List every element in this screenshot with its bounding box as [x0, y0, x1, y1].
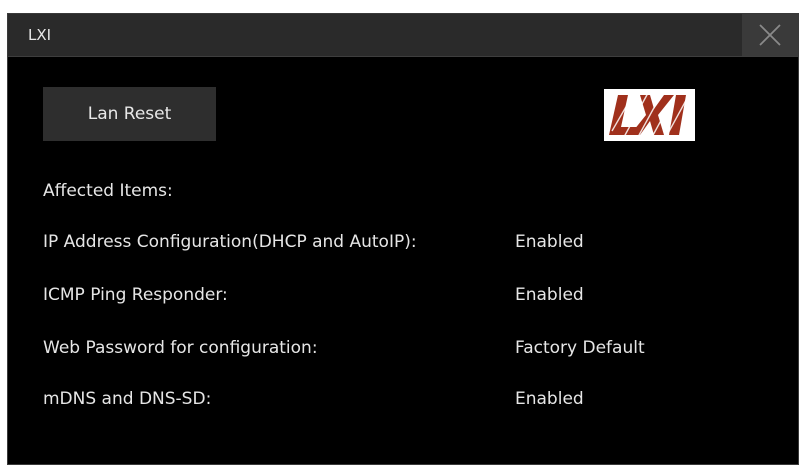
- dialog-titlebar: LXI: [8, 14, 798, 57]
- affected-item-value: Enabled: [515, 389, 584, 409]
- affected-item-label: IP Address Configuration(DHCP and AutoIP…: [43, 232, 417, 252]
- affected-item-value: Enabled: [515, 285, 584, 305]
- lan-reset-button[interactable]: Lan Reset: [43, 87, 216, 141]
- affected-item-value: Enabled: [515, 232, 584, 252]
- affected-item-value: Factory Default: [515, 338, 645, 358]
- lxi-dialog: LXI Lan Reset Affected Items: IP Address…: [7, 13, 799, 465]
- lxi-logo: [604, 89, 695, 141]
- affected-item-label: Web Password for configuration:: [43, 338, 318, 358]
- dialog-title: LXI: [28, 26, 52, 44]
- close-icon: [759, 24, 781, 46]
- affected-item-label: mDNS and DNS-SD:: [43, 389, 212, 409]
- lxi-logo-graphic: [609, 92, 691, 138]
- affected-items-heading: Affected Items:: [43, 181, 173, 201]
- affected-item-label: ICMP Ping Responder:: [43, 285, 228, 305]
- close-button[interactable]: [742, 14, 798, 56]
